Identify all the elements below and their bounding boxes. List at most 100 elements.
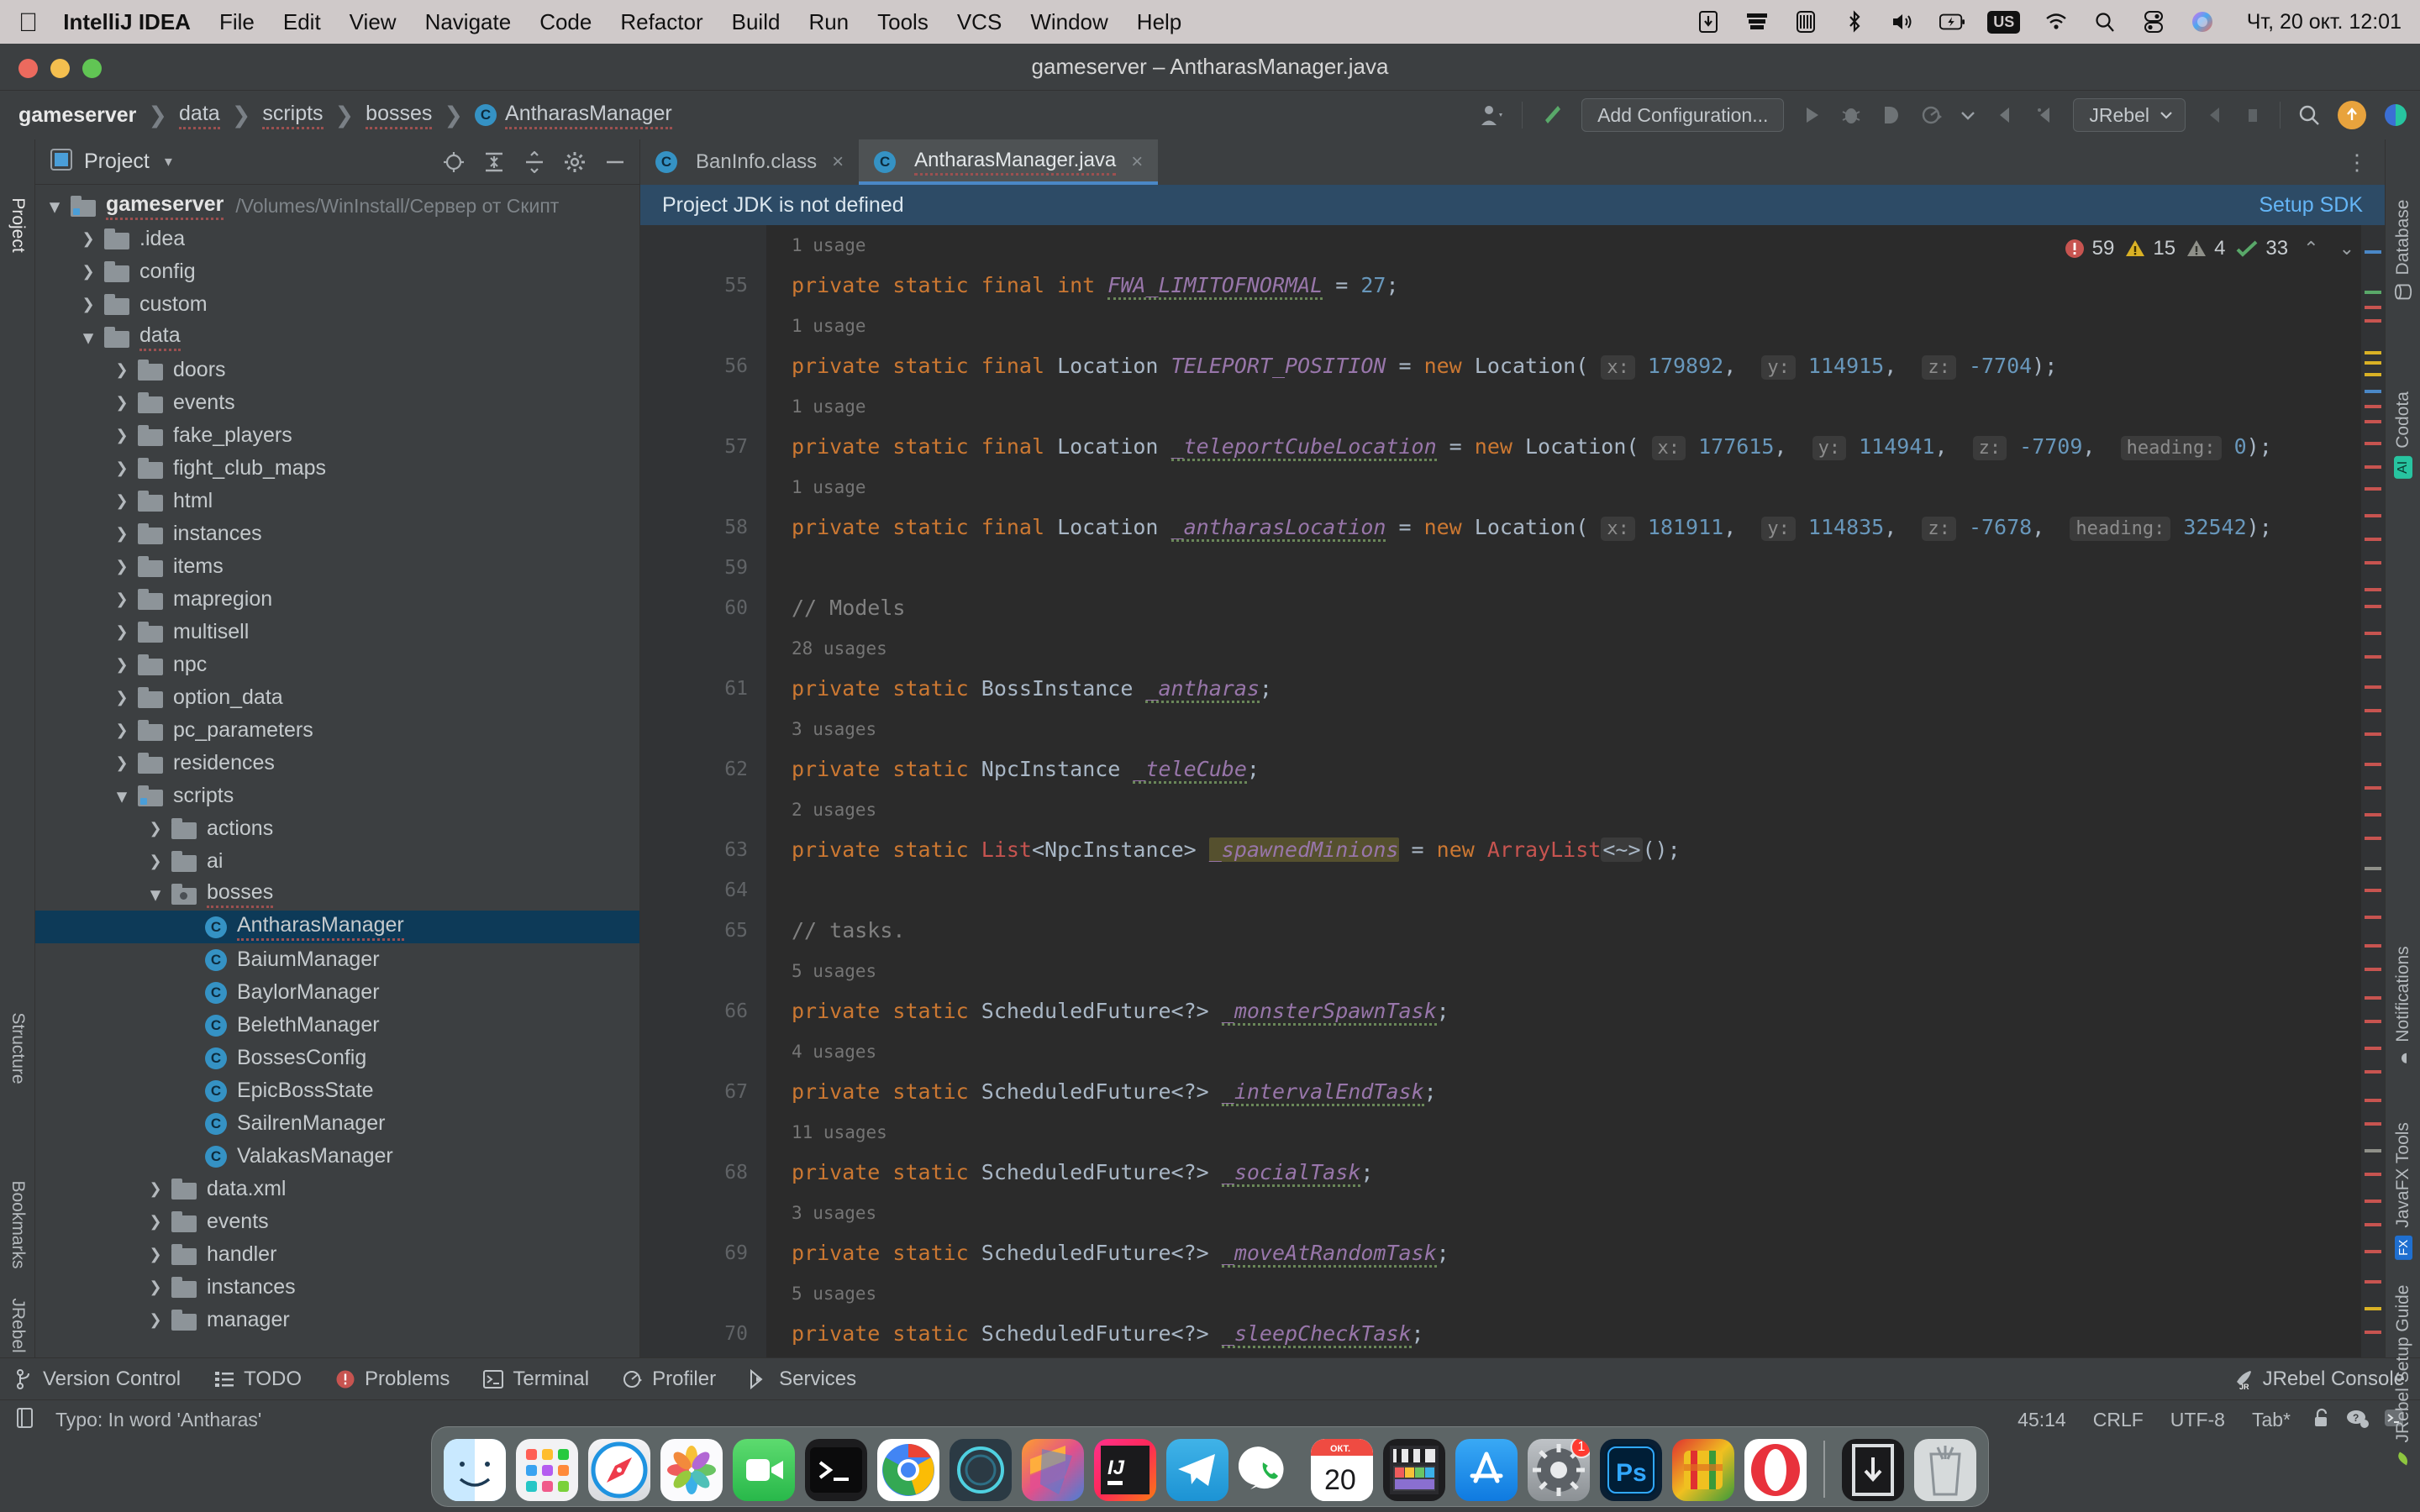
tree-row[interactable]: ❯ manager: [35, 1304, 639, 1336]
line-number[interactable]: 58: [640, 507, 748, 548]
chevron-right-icon[interactable]: ❯: [113, 394, 131, 412]
update-available-icon[interactable]: [2338, 101, 2366, 129]
help-cloud-icon[interactable]: ?: [2344, 1407, 2370, 1434]
tree-row[interactable]: ❯ instances: [35, 1271, 639, 1304]
menu-item-help[interactable]: Help: [1137, 9, 1181, 35]
error-stripe-marker[interactable]: [2365, 1331, 2381, 1334]
tree-row[interactable]: ❯ instances: [35, 517, 639, 550]
wifi-icon[interactable]: [2044, 9, 2069, 34]
code-line[interactable]: private static final Location _antharasL…: [792, 507, 2361, 548]
tree-row[interactable]: ❯ mapregion: [35, 583, 639, 616]
line-number[interactable]: 57: [640, 427, 748, 467]
tree-row[interactable]: ❯ .idea: [35, 223, 639, 255]
error-stripe-marker[interactable]: [2365, 916, 2381, 919]
apple-logo-icon[interactable]: : [18, 9, 38, 35]
usage-hint[interactable]: 5 usages: [792, 951, 2361, 991]
next-problem-button[interactable]: ⌄: [2334, 238, 2360, 260]
error-stripe-marker[interactable]: [2365, 291, 2381, 294]
line-number[interactable]: 66: [640, 991, 748, 1032]
code-line[interactable]: private static final Location TELEPORT_P…: [792, 346, 2361, 386]
chevron-right-icon[interactable]: ❯: [146, 1213, 165, 1231]
tree-row[interactable]: ❯ multisell: [35, 616, 639, 648]
tool-button-jrebel-console[interactable]: JR JRebel Console: [2232, 1368, 2405, 1391]
menu-item-tools[interactable]: Tools: [877, 9, 929, 35]
breadcrumb-item-antharasmanager[interactable]: C AntharasManager: [475, 102, 672, 129]
tool-button-codota[interactable]: AI Codota: [2393, 391, 2413, 479]
line-number-gutter[interactable]: 55 56 57 58 59 60 61 62 63 64 65 66 67 68 69…: [640, 225, 766, 1357]
run-with-coverage-icon[interactable]: [1880, 103, 1903, 127]
menu-item-navigate[interactable]: Navigate: [425, 9, 512, 35]
jrebel-selector[interactable]: JRebel: [2073, 98, 2186, 132]
chevron-right-icon[interactable]: ❯: [113, 361, 131, 380]
tree-row[interactable]: ❯ actions: [35, 812, 639, 845]
dock-item-facetime[interactable]: [733, 1439, 795, 1501]
jrebel-stop-icon[interactable]: [2202, 103, 2226, 127]
tool-button-notifications[interactable]: Notifications: [2393, 946, 2413, 1066]
dock-item-photos[interactable]: [660, 1439, 723, 1501]
error-stripe-marker[interactable]: [2365, 1149, 2381, 1152]
tree-row[interactable]: C SailrenManager: [35, 1107, 639, 1140]
error-stripe-marker[interactable]: [2365, 867, 2381, 870]
maximize-window-button[interactable]: [82, 59, 102, 78]
tree-row[interactable]: C BelethManager: [35, 1009, 639, 1042]
warning-count-group[interactable]: 15: [2124, 237, 2175, 260]
jrebel-run-icon[interactable]: [1992, 103, 2016, 127]
tree-row[interactable]: ❯ fake_players: [35, 419, 639, 452]
menu-item-refactor[interactable]: Refactor: [620, 9, 702, 35]
dock-item-final-cut-pro[interactable]: [1383, 1439, 1445, 1501]
caret-position[interactable]: 45:14: [2011, 1409, 2073, 1431]
breadcrumb-item-data[interactable]: data: [179, 102, 220, 129]
dock-item-launchpad[interactable]: [516, 1439, 578, 1501]
tree-row[interactable]: ❯ custom: [35, 288, 639, 321]
menu-item-code[interactable]: Code: [539, 9, 592, 35]
chevron-right-icon[interactable]: ❯: [113, 689, 131, 707]
tree-row[interactable]: ❯ events: [35, 1205, 639, 1238]
dock-item-photoshop[interactable]: Ps: [1600, 1439, 1662, 1501]
chevron-right-icon[interactable]: ❯: [146, 1180, 165, 1199]
error-stripe-marker[interactable]: [2365, 420, 2381, 423]
error-stripe-marker[interactable]: [2365, 1122, 2381, 1126]
code-line[interactable]: // Models: [792, 588, 2361, 628]
code-line[interactable]: // tasks.: [792, 911, 2361, 951]
tree-row[interactable]: C EpicBossState: [35, 1074, 639, 1107]
error-stripe-marker[interactable]: [2365, 763, 2381, 766]
error-stripe-scrollbar[interactable]: [2361, 225, 2385, 1357]
profile-icon[interactable]: [1920, 103, 1944, 127]
line-number[interactable]: 63: [640, 830, 748, 870]
code-line[interactable]: [792, 548, 2361, 588]
error-stripe-marker[interactable]: [2365, 373, 2381, 376]
error-stripe-marker[interactable]: [2365, 732, 2381, 736]
chevron-down-icon[interactable]: ▾: [79, 326, 97, 349]
line-number[interactable]: 59: [640, 548, 748, 588]
chevron-right-icon[interactable]: ❯: [113, 623, 131, 642]
error-stripe-marker[interactable]: [2365, 361, 2381, 365]
menu-item-intellij-idea[interactable]: IntelliJ IDEA: [63, 9, 191, 35]
dock-item-telegram[interactable]: [1166, 1439, 1228, 1501]
input-source-us-icon[interactable]: US: [1987, 9, 2021, 34]
dock-item-trash[interactable]: [1914, 1439, 1976, 1501]
cpu-meter-icon[interactable]: [1793, 9, 1818, 34]
error-stripe-marker[interactable]: [2365, 487, 2381, 491]
error-stripe-marker[interactable]: [2365, 944, 2381, 948]
breadcrumb-item-scripts[interactable]: scripts: [262, 102, 324, 129]
tree-row[interactable]: ❯ option_data: [35, 681, 639, 714]
tool-button-terminal[interactable]: Terminal: [483, 1368, 589, 1391]
dock-item-finder[interactable]: [444, 1439, 506, 1501]
tree-row-root[interactable]: ▾ gameserver /Volumes/WinInstall/Сервер …: [35, 190, 639, 223]
usage-hint[interactable]: 5 usages: [792, 1273, 2361, 1314]
usage-hint[interactable]: 1 usage: [792, 467, 2361, 507]
error-stripe-marker[interactable]: [2365, 1200, 2381, 1203]
tree-row[interactable]: ❯ fight_club_maps: [35, 452, 639, 485]
dock-item-opera[interactable]: [1744, 1439, 1807, 1501]
error-stripe-marker[interactable]: [2365, 442, 2381, 445]
tree-row[interactable]: ❯ doors: [35, 354, 639, 386]
tool-button-version-control[interactable]: Version Control: [15, 1368, 181, 1391]
add-configuration-button[interactable]: Add Configuration...: [1581, 98, 1785, 132]
error-stripe-marker[interactable]: [2365, 351, 2381, 354]
chevron-right-icon[interactable]: ❯: [146, 1311, 165, 1330]
codota-icon[interactable]: [2383, 102, 2408, 128]
chevron-right-icon[interactable]: ❯: [146, 1278, 165, 1297]
code-editor[interactable]: 55 56 57 58 59 60 61 62 63 64 65 66 67 68 69…: [640, 225, 2385, 1357]
error-stripe-marker[interactable]: [2365, 655, 2381, 659]
tree-row[interactable]: ▾ bosses: [35, 878, 639, 911]
